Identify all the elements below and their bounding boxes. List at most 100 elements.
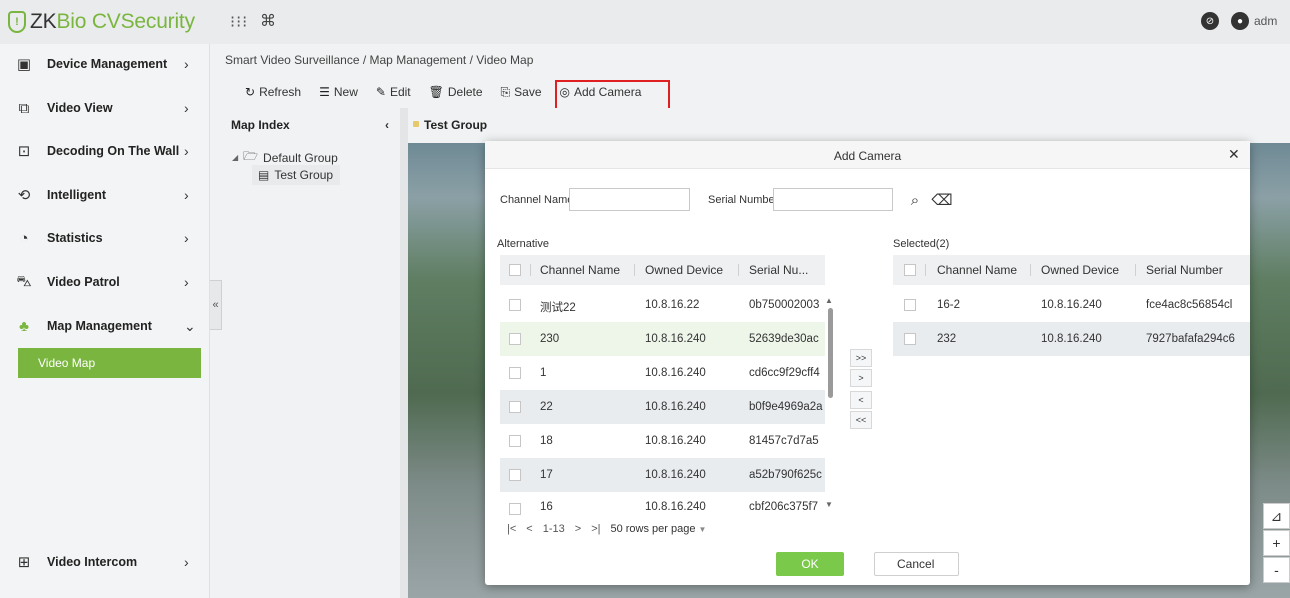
sidebar-item-intelligent[interactable]: ⟲ Intelligent ›	[0, 175, 210, 215]
cell-owned-device: 10.8.16.240	[1041, 299, 1102, 311]
cancel-button[interactable]: Cancel	[874, 552, 959, 576]
refresh-button[interactable]: ↻ Refresh	[245, 85, 301, 99]
tree-node-test-group[interactable]: ▤ Test Group	[252, 165, 340, 185]
table-row[interactable]: 230 10.8.16.240 52639de30ac	[500, 322, 825, 356]
sidebar-item-statistics[interactable]: ◔ Statistics ›	[0, 218, 210, 258]
cell-channel-name: 22	[540, 401, 553, 413]
intercom-icon: ⊞	[17, 554, 31, 571]
sidebar-item-video-intercom[interactable]: ⊞ Video Intercom ›	[0, 542, 210, 582]
next-page-button[interactable]: >	[575, 523, 581, 535]
close-icon[interactable]: ✕	[1228, 146, 1240, 163]
row-checkbox[interactable]	[509, 435, 521, 447]
row-checkbox[interactable]	[509, 401, 521, 413]
sidebar-collapse-handle[interactable]: «	[210, 280, 222, 330]
collapse-left-icon[interactable]: ‹	[385, 118, 389, 132]
row-checkbox[interactable]	[509, 503, 521, 515]
save-icon: ⎘	[500, 84, 511, 99]
table-row[interactable]: 16-2 10.8.16.240 fce4ac8c56854cl	[893, 288, 1250, 322]
user-avatar-icon[interactable]: ●	[1231, 12, 1249, 30]
cell-channel-name: 232	[937, 333, 957, 345]
column-header[interactable]: Owned Device	[645, 263, 723, 277]
column-header[interactable]: Owned Device	[1041, 263, 1119, 277]
edit-button[interactable]: ✎ Edit	[376, 85, 411, 99]
zoom-in-button[interactable]: +	[1263, 530, 1290, 556]
edit-icon: ✎	[375, 85, 386, 99]
scroll-down-icon[interactable]: ▼	[825, 500, 833, 509]
breadcrumb: Smart Video Surveillance / Map Managemen…	[225, 53, 534, 67]
panel-divider[interactable]	[400, 108, 408, 598]
column-header[interactable]: Serial Number	[1146, 263, 1223, 277]
table-row[interactable]: 18 10.8.16.240 81457c7d7a5	[500, 424, 825, 458]
sidebar-subitem-video-map[interactable]: Video Map	[18, 348, 201, 378]
row-checkbox[interactable]	[509, 367, 521, 379]
new-button[interactable]: ☰ New	[319, 85, 358, 99]
first-page-button[interactable]: |<	[507, 523, 516, 535]
move-left-button[interactable]: <	[850, 391, 872, 409]
sidebar-item-device-management[interactable]: ▣ Device Management ›	[0, 44, 210, 84]
scroll-up-icon[interactable]: ▲	[825, 296, 833, 305]
apps-grid-icon[interactable]: ⁝⁝⁝	[230, 12, 248, 32]
refresh-icon: ↻	[245, 85, 256, 99]
search-icon[interactable]: ⌕	[903, 188, 927, 212]
cell-channel-name: 230	[540, 333, 560, 345]
user-name[interactable]: adm	[1254, 14, 1277, 28]
row-checkbox[interactable]	[904, 333, 916, 345]
app-logo[interactable]: ! ZKBio CVSecurity	[8, 8, 195, 36]
select-all-checkbox[interactable]	[904, 264, 916, 276]
prev-page-button[interactable]: <	[526, 523, 532, 535]
save-button[interactable]: ⎘ Save	[501, 85, 542, 100]
row-checkbox[interactable]	[509, 299, 521, 311]
pagination: |< < 1-13 > >| 50 rows per page ▼	[507, 523, 706, 535]
delete-button[interactable]: 🗑 Delete	[429, 85, 483, 99]
row-checkbox[interactable]	[509, 469, 521, 481]
cell-serial: 81457c7d7a5	[749, 435, 819, 447]
zoom-out-button[interactable]: -	[1263, 557, 1290, 583]
table-row[interactable]: 232 10.8.16.240 7927bafafa294c6	[893, 322, 1250, 356]
channel-name-input[interactable]	[569, 188, 690, 211]
command-icon[interactable]: ⌘	[260, 11, 276, 31]
cell-serial: 52639de30ac	[749, 333, 819, 345]
row-checkbox[interactable]	[509, 333, 521, 345]
chevron-right-icon: ›	[184, 100, 189, 116]
scrollbar-thumb[interactable]	[828, 308, 833, 398]
locate-icon[interactable]: ⊿	[1263, 503, 1290, 529]
row-checkbox[interactable]	[904, 299, 916, 311]
cell-owned-device: 10.8.16.240	[645, 401, 706, 413]
sidebar-item-map-management[interactable]: ♣ Map Management ⌄	[0, 306, 210, 346]
cell-channel-name: 测试22	[540, 302, 576, 314]
clear-icon[interactable]: ⌫	[930, 188, 954, 212]
column-header[interactable]: Channel Name	[937, 263, 1017, 277]
cell-channel-name: 1	[540, 367, 547, 379]
top-bar: ! ZKBio CVSecurity ⁝⁝⁝ ⌘ ⊘ ● adm	[0, 0, 1290, 44]
cell-owned-device: 10.8.16.240	[1041, 333, 1102, 345]
move-right-button[interactable]: >	[850, 369, 872, 387]
rows-per-page-select[interactable]: 50 rows per page ▼	[610, 523, 706, 535]
table-row[interactable]: 1 10.8.16.240 cd6cc9f29cff4	[500, 356, 825, 390]
map-file-icon: ▤	[258, 168, 270, 182]
move-all-right-button[interactable]: >>	[850, 349, 872, 367]
column-header[interactable]: Serial Nu...	[749, 263, 808, 277]
serial-number-input[interactable]	[773, 188, 893, 211]
chevron-right-icon: ›	[184, 554, 189, 570]
tree-expand-icon[interactable]: ◢	[232, 153, 238, 162]
table-row[interactable]: 22 10.8.16.240 b0f9e4969a2a	[500, 390, 825, 424]
ok-button[interactable]: OK	[776, 552, 844, 576]
sidebar-item-video-patrol[interactable]: ⛍ Video Patrol ›	[0, 262, 210, 302]
move-all-left-button[interactable]: <<	[850, 411, 872, 429]
sidebar-item-video-view[interactable]: ⧉ Video View ›	[0, 88, 210, 128]
table-row[interactable]: 17 10.8.16.240 a52b790f625c	[500, 458, 825, 492]
map-header: Test Group	[408, 108, 1290, 143]
cell-channel-name: 16-2	[937, 299, 961, 311]
table-row[interactable]: 测试22 10.8.16.22 0b750002003	[500, 288, 825, 322]
sidebar-item-decoding-on-the-wall[interactable]: ⊡ Decoding On The Wall ›	[0, 131, 210, 171]
compass-icon[interactable]: ⊘	[1201, 12, 1219, 30]
intelligent-icon: ⟲	[17, 187, 31, 204]
chevron-right-icon: ›	[184, 143, 189, 159]
select-all-checkbox[interactable]	[509, 264, 521, 276]
cell-serial: 0b750002003	[749, 299, 820, 311]
table-row[interactable]: 16 10.8.16.240 cbf206c375f7	[500, 492, 825, 518]
column-header[interactable]: Channel Name	[540, 263, 620, 277]
last-page-button[interactable]: >|	[591, 523, 600, 535]
selected-grid: Channel Name Owned Device Serial Number …	[893, 255, 1250, 357]
alternative-label: Alternative	[497, 238, 549, 250]
